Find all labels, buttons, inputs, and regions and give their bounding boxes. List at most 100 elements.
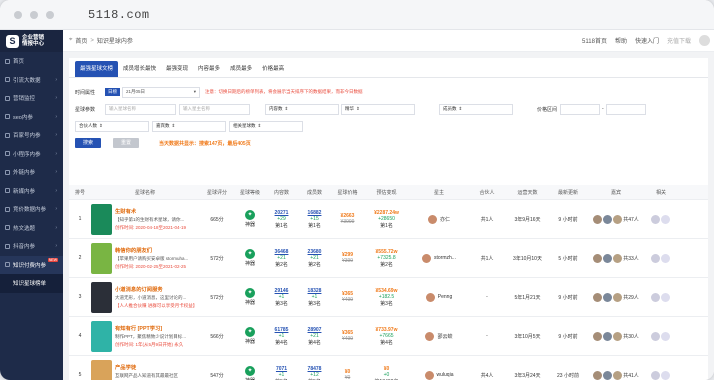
- price-min[interactable]: [560, 103, 601, 115]
- guests-cell[interactable]: 共30人: [586, 331, 646, 341]
- guest-avatar[interactable]: [593, 214, 603, 224]
- tab-strongest[interactable]: 最强星球文榜: [75, 61, 119, 77]
- sidebar-item-miniprogram[interactable]: 小程序内参 ›: [0, 145, 63, 164]
- star-thumbnail[interactable]: [91, 242, 112, 274]
- window-dot[interactable]: [46, 10, 54, 19]
- date-select[interactable]: 21月05日 ▾: [122, 86, 200, 98]
- owner-name[interactable]: Penng: [438, 294, 452, 300]
- star-name[interactable]: 韩信你的朋友们: [115, 246, 199, 254]
- column-header[interactable]: 星球价格: [331, 189, 364, 196]
- breadcrumb-home[interactable]: 首页: [75, 36, 87, 45]
- guest-avatar[interactable]: [603, 253, 613, 263]
- partner-range[interactable]: 合伙人数 ⇕: [75, 120, 149, 132]
- owner-avatar[interactable]: [425, 292, 435, 302]
- table-row[interactable]: 2 韩信你的朋友们 【苹果用户请购买安卓版 stormuha... 创作时间: 202…: [69, 239, 708, 278]
- sidebar-item-seo[interactable]: seo内参 ›: [0, 108, 63, 127]
- star-cell[interactable]: 有知有行 [PPT学习] 制作PPT，聚焦精致少说计划目标... 创作时间: 1年(…: [91, 320, 199, 352]
- owner-avatar[interactable]: [425, 331, 435, 341]
- column-header[interactable]: 内容数: [265, 189, 298, 196]
- table-row[interactable]: 1 生财有术 【知乎第1的生财有术星球，请你... 创作时间: 2020-04-18至…: [69, 200, 708, 239]
- guest-avatar[interactable]: [613, 253, 623, 263]
- column-header[interactable]: 星球评分: [199, 189, 235, 196]
- tab-members[interactable]: 成员最多: [225, 61, 257, 77]
- guest-avatar[interactable]: [603, 214, 613, 224]
- star-thumbnail[interactable]: [91, 203, 112, 235]
- tab-growth[interactable]: 成员增长最快: [118, 61, 161, 77]
- essence-range[interactable]: 精华 ⇕: [341, 103, 415, 115]
- tab-monetize[interactable]: 最强变现: [161, 61, 193, 77]
- star-thumbnail[interactable]: [91, 320, 112, 352]
- related-avatar[interactable]: [661, 370, 670, 380]
- sidebar-item-backlinks[interactable]: 外链内参 ›: [0, 163, 63, 182]
- owner-avatar[interactable]: [424, 370, 434, 380]
- related-avatar[interactable]: [661, 214, 670, 224]
- tab-content[interactable]: 内容最多: [193, 61, 225, 77]
- sidebar-item-newmedia[interactable]: 新媒内参 ›: [0, 182, 63, 201]
- search-button[interactable]: 搜索: [75, 138, 102, 148]
- guests-cell[interactable]: 共29人: [586, 292, 646, 302]
- table-row[interactable]: 5产品学徒互联网产品人知道有其最最社区创作时间: 免费547分✦神器7071+1…: [69, 356, 708, 380]
- content-range[interactable]: 内容数 ⇕: [265, 103, 339, 115]
- owner-name[interactable]: 亦仁: [440, 216, 450, 223]
- owner-name[interactable]: stormzh...: [434, 255, 456, 261]
- period-chip[interactable]: 日榜: [105, 88, 120, 96]
- column-header[interactable]: 嘉宾: [586, 189, 646, 196]
- link-help[interactable]: 帮助: [615, 36, 627, 45]
- members-range[interactable]: 成员数 ⇕: [439, 103, 513, 115]
- column-header[interactable]: 星球等级: [235, 189, 265, 196]
- table-row[interactable]: 3 小道消息的订阅服务 大道无形，小道消息，这里讨论的... 【人人推合伙赚 进群可以…: [69, 278, 708, 317]
- price-max[interactable]: [605, 103, 646, 115]
- star-cell[interactable]: 生财有术 【知乎第1的生财有术星球，请你... 创作时间: 2020-04-18至2…: [91, 203, 199, 235]
- owner-avatar[interactable]: [422, 253, 432, 263]
- star-name[interactable]: 生财有术: [115, 207, 199, 215]
- owner-cell[interactable]: 亦仁: [409, 214, 469, 224]
- column-header[interactable]: 预估变现: [364, 189, 409, 196]
- related-range[interactable]: 相关星球数 ⇕: [229, 120, 303, 132]
- owner-cell[interactable]: wuluqia: [409, 370, 469, 380]
- column-header[interactable]: 相关: [646, 189, 676, 196]
- owner-cell[interactable]: stormzh...: [409, 253, 469, 263]
- star-name[interactable]: 小道消息的订阅服务: [115, 285, 199, 293]
- sidebar-item-douyin[interactable]: 抖音内参 ›: [0, 237, 63, 256]
- column-header[interactable]: 排号: [69, 189, 91, 196]
- owner-avatar[interactable]: [427, 214, 437, 224]
- related-avatar[interactable]: [651, 214, 660, 224]
- guests-cell[interactable]: 共41人: [586, 370, 646, 380]
- star-cell[interactable]: 小道消息的订阅服务 大道无形，小道消息，这里讨论的... 【人人推合伙赚 进群可以享…: [91, 281, 199, 313]
- avatar[interactable]: [699, 35, 710, 46]
- window-dot[interactable]: [30, 10, 38, 19]
- sidebar-item-traffic[interactable]: 引流大数据 ›: [0, 71, 63, 90]
- address-bar[interactable]: 5118.com: [88, 8, 150, 22]
- sidebar-item-knowledge[interactable]: 知识付费内参 NEW: [0, 255, 63, 274]
- guest-avatar[interactable]: [593, 370, 603, 380]
- column-header[interactable]: 成员数: [298, 189, 331, 196]
- related-avatar[interactable]: [651, 331, 660, 341]
- owner-name-input[interactable]: 输入星主名称: [179, 103, 250, 115]
- star-thumbnail[interactable]: [91, 359, 112, 380]
- reset-button[interactable]: 重置: [113, 138, 140, 148]
- guest-avatar[interactable]: [603, 331, 613, 341]
- owner-cell[interactable]: 邵云蛟: [409, 331, 469, 341]
- related-avatar[interactable]: [661, 292, 670, 302]
- guest-avatar[interactable]: [593, 253, 603, 263]
- guest-avatar[interactable]: [613, 292, 623, 302]
- column-header[interactable]: 运营天数: [505, 189, 550, 196]
- star-name[interactable]: 有知有行 [PPT学习]: [115, 324, 199, 332]
- window-dot[interactable]: [14, 10, 22, 19]
- related-avatar[interactable]: [661, 331, 670, 341]
- table-row[interactable]: 4 有知有行 [PPT学习] 制作PPT，聚焦精致少说计划目标... 创作时间: 1年…: [69, 317, 708, 356]
- owner-name[interactable]: 邵云蛟: [437, 333, 452, 340]
- logo[interactable]: S 企业营销 情报中心: [0, 30, 63, 52]
- star-thumbnail[interactable]: [91, 281, 112, 313]
- guests-cell[interactable]: 共33人: [586, 253, 646, 263]
- link-5118-home[interactable]: 5118首页: [582, 36, 607, 45]
- sidebar-item-baijiahao[interactable]: 百家号内参 ›: [0, 126, 63, 145]
- sidebar-item-hottopics[interactable]: 热文选题 ›: [0, 219, 63, 238]
- owner-name[interactable]: wuluqia: [437, 372, 454, 378]
- sidebar-item-monitor[interactable]: 营销监控 ›: [0, 89, 63, 108]
- sidebar-item-bidding[interactable]: 竞价数据内参 ›: [0, 200, 63, 219]
- column-header[interactable]: 合伙人: [469, 189, 505, 196]
- guests-range[interactable]: 嘉宾数 ⇕: [152, 120, 226, 132]
- sidebar-item-zsxq-ranking[interactable]: 知识星球榜单: [0, 274, 63, 293]
- column-header[interactable]: 星球名称: [91, 189, 199, 196]
